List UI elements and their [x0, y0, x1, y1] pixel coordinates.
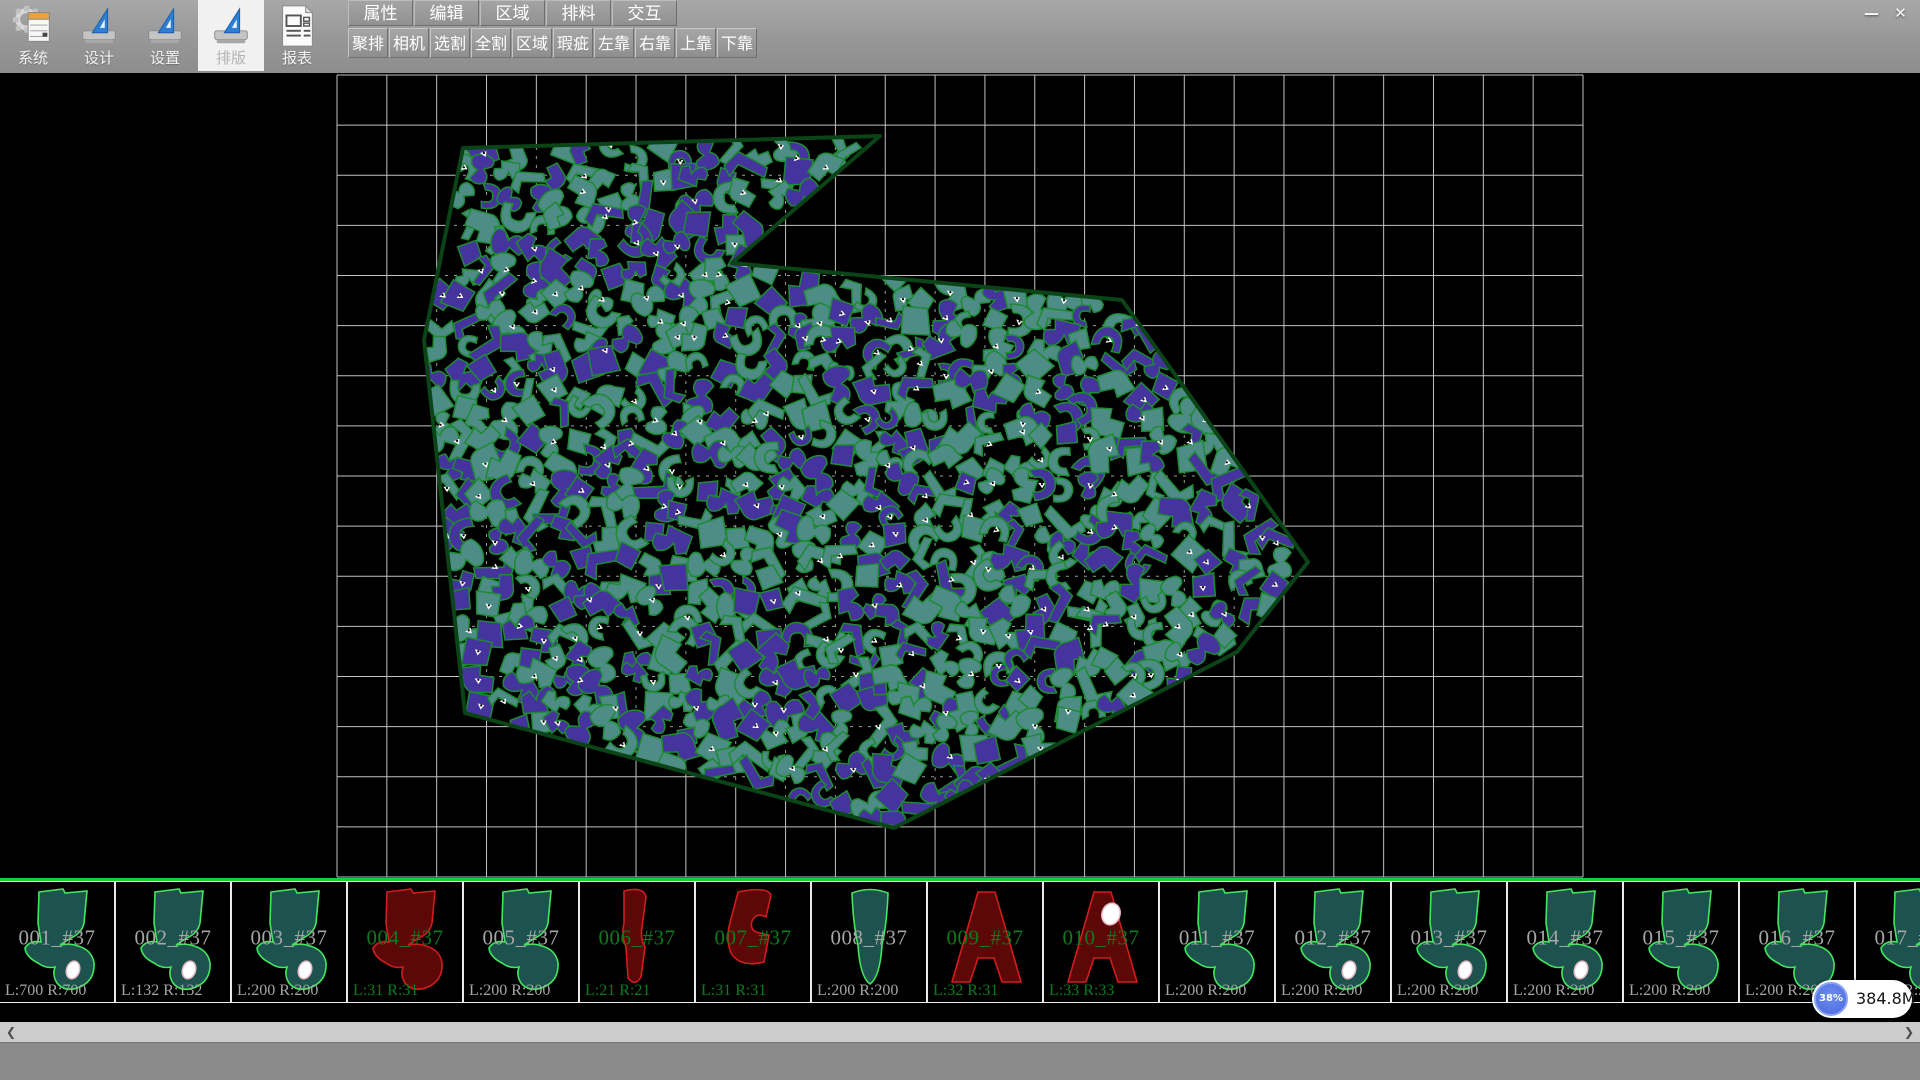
set-square-icon — [208, 3, 254, 49]
thumbnail-cell-10[interactable]: 010_#37 L:33 R:33 — [1044, 882, 1160, 1002]
report-doc-icon — [274, 3, 320, 49]
app-tab-label: 排版 — [198, 47, 264, 68]
thumbnail-cell-3[interactable]: 003_#37 L:200 R:200 — [232, 882, 348, 1002]
tool-bar: 聚排相机选割全割区域瑕疵左靠右靠上靠下靠 — [348, 28, 758, 58]
usage-percent-circle: 38% — [1814, 982, 1848, 1016]
status-bar — [0, 1042, 1920, 1080]
app-tab-4[interactable]: 报表 — [264, 0, 330, 71]
thumbnail-cell-12[interactable]: 012_#37 L:200 R:200 — [1276, 882, 1392, 1002]
app-tab-label: 设计 — [66, 47, 132, 68]
part-label: 005_#37 — [464, 926, 578, 951]
part-label: 012_#37 — [1276, 926, 1390, 951]
part-sizes: L:200 R:200 — [1513, 982, 1594, 1000]
system-gear-icon — [10, 3, 56, 49]
part-sizes: L:31 R:31 — [701, 982, 766, 1000]
app-tab-2[interactable]: 设置 — [132, 0, 198, 71]
usage-badge: 38% 384.8M — [1812, 980, 1912, 1018]
nesting-canvas-svg — [0, 73, 1920, 880]
nesting-canvas[interactable] — [0, 73, 1920, 880]
memory-size-label: 384.8M — [1856, 980, 1916, 1018]
part-label: 004_#37 — [348, 926, 462, 951]
app-tab-3-selected[interactable]: 排版 — [198, 0, 264, 71]
part-label: 013_#37 — [1392, 926, 1506, 951]
application-window: 系统 设计 设置 排版 — [0, 0, 1920, 1080]
menu-item-1[interactable]: 编辑 — [414, 0, 479, 26]
part-sizes: L:32 R:31 — [933, 982, 998, 1000]
part-sizes: L:200 R:200 — [1629, 982, 1710, 1000]
minimize-button[interactable]: — — [1857, 2, 1886, 24]
part-label: 014_#37 — [1508, 926, 1622, 951]
tool-button-8[interactable]: 上靠 — [676, 28, 716, 58]
part-sizes: L:132 R:132 — [121, 982, 202, 1000]
app-tab-label: 系统 — [0, 47, 66, 68]
thumbnail-cell-4[interactable]: 004_#37 L:31 R:31 — [348, 882, 464, 1002]
parts-filmstrip: 001_#37 L:700 R:700 002_#37 L:132 R:132 … — [0, 881, 1920, 1003]
part-sizes: L:200 R:200 — [1397, 982, 1478, 1000]
tool-button-2[interactable]: 选割 — [430, 28, 470, 58]
menu-item-2[interactable]: 区域 — [480, 0, 545, 26]
part-label: 011_#37 — [1160, 926, 1274, 951]
thumbnail-cell-13[interactable]: 013_#37 L:200 R:200 — [1392, 882, 1508, 1002]
part-sizes: L:200 R:200 — [469, 982, 550, 1000]
part-label: 015_#37 — [1624, 926, 1738, 951]
set-square-icon — [142, 3, 188, 49]
set-square-icon — [76, 3, 122, 49]
header-toolbar: 系统 设计 设置 排版 — [0, 0, 1920, 73]
part-label: 017_#37 — [1856, 926, 1920, 951]
menu-item-3[interactable]: 排料 — [546, 0, 611, 26]
menu-item-4[interactable]: 交互 — [612, 0, 677, 26]
part-label: 003_#37 — [232, 926, 346, 951]
part-label: 007_#37 — [696, 926, 810, 951]
window-controls: — ✕ — [1857, 2, 1915, 24]
app-tab-label: 报表 — [264, 47, 330, 68]
part-label: 016_#37 — [1740, 926, 1854, 951]
thumbnail-cell-6[interactable]: 006_#37 L:21 R:21 — [580, 882, 696, 1002]
thumbnail-cell-11[interactable]: 011_#37 L:200 R:200 — [1160, 882, 1276, 1002]
menu-item-0[interactable]: 属性 — [348, 0, 413, 26]
part-sizes: L:21 R:21 — [585, 982, 650, 1000]
tool-button-0[interactable]: 聚排 — [348, 28, 388, 58]
horizontal-scrollbar[interactable]: ❮ ❯ — [0, 1022, 1920, 1042]
part-label: 001_#37 — [0, 926, 114, 951]
part-sizes: L:200 R:200 — [237, 982, 318, 1000]
part-sizes: L:33 R:33 — [1049, 982, 1114, 1000]
part-label: 002_#37 — [116, 926, 230, 951]
part-label: 010_#37 — [1044, 926, 1158, 951]
thumbnail-cell-5[interactable]: 005_#37 L:200 R:200 — [464, 882, 580, 1002]
app-tab-label: 设置 — [132, 47, 198, 68]
part-sizes: L:200 R:200 — [1165, 982, 1246, 1000]
part-label: 008_#37 — [812, 926, 926, 951]
tool-button-4[interactable]: 区域 — [512, 28, 552, 58]
thumbnail-cell-9[interactable]: 009_#37 L:32 R:31 — [928, 882, 1044, 1002]
part-sizes: L:200 R:200 — [817, 982, 898, 1000]
part-label: 006_#37 — [580, 926, 694, 951]
tool-button-1[interactable]: 相机 — [389, 28, 429, 58]
part-sizes: L:200 R:200 — [1281, 982, 1362, 1000]
tool-button-6[interactable]: 左靠 — [594, 28, 634, 58]
part-sizes: L:31 R:31 — [353, 982, 418, 1000]
thumbnail-cell-8[interactable]: 008_#37 L:200 R:200 — [812, 882, 928, 1002]
part-label: 009_#37 — [928, 926, 1042, 951]
tool-button-5[interactable]: 瑕疵 — [553, 28, 593, 58]
thumbnail-cell-14[interactable]: 014_#37 L:200 R:200 — [1508, 882, 1624, 1002]
tool-button-7[interactable]: 右靠 — [635, 28, 675, 58]
tool-button-9[interactable]: 下靠 — [717, 28, 757, 58]
app-tab-0[interactable]: 系统 — [0, 0, 66, 71]
app-tab-bar: 系统 设计 设置 排版 — [0, 0, 330, 71]
tool-button-3[interactable]: 全割 — [471, 28, 511, 58]
thumbnail-cell-7[interactable]: 007_#37 L:31 R:31 — [696, 882, 812, 1002]
menu-bar: 属性编辑区域排料交互 — [348, 0, 678, 26]
thumbnail-cell-1[interactable]: 001_#37 L:700 R:700 — [0, 882, 116, 1002]
close-button[interactable]: ✕ — [1886, 2, 1915, 24]
thumbnail-cell-15[interactable]: 015_#37 L:200 R:200 — [1624, 882, 1740, 1002]
part-sizes: L:700 R:700 — [5, 982, 86, 1000]
scroll-left-icon[interactable]: ❮ — [6, 1022, 16, 1042]
app-tab-1[interactable]: 设计 — [66, 0, 132, 71]
thumbnail-cell-2[interactable]: 002_#37 L:132 R:132 — [116, 882, 232, 1002]
scroll-right-icon[interactable]: ❯ — [1904, 1022, 1914, 1042]
